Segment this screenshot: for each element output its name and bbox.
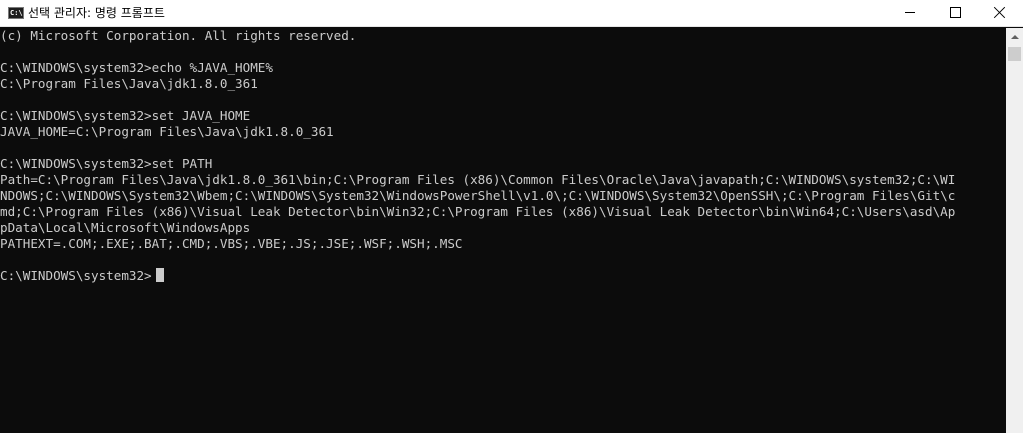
cmd-icon[interactable]: C:\ — [8, 7, 24, 19]
console-line: C:\Program Files\Java\jdk1.8.0_361 — [0, 76, 258, 91]
maximize-button[interactable] — [933, 0, 979, 26]
prompt-line[interactable]: C:\WINDOWS\system32> — [0, 268, 1006, 284]
console-line: pData\Local\Microsoft\WindowsApps — [0, 220, 251, 235]
console-line: Path=C:\Program Files\Java\jdk1.8.0_361\… — [0, 172, 956, 187]
text-cursor — [155, 268, 164, 282]
scroll-up-arrow-icon[interactable] — [1006, 28, 1023, 45]
command-prompt-window: C:\ 선택 관리자: 명령 프롬프트 (c) Microsoft Corpor… — [0, 0, 1023, 433]
scrollbar-thumb[interactable] — [1008, 47, 1021, 61]
console-line: PATHEXT=.COM;.EXE;.BAT;.CMD;.VBS;.VBE;.J… — [0, 236, 463, 251]
prompt-text: C:\WINDOWS\system32> — [0, 268, 152, 283]
title-bar[interactable]: C:\ 선택 관리자: 명령 프롬프트 — [0, 0, 1023, 27]
maximize-icon — [950, 7, 961, 18]
minimize-button[interactable] — [887, 0, 933, 26]
console-output[interactable]: (c) Microsoft Corporation. All rights re… — [0, 28, 1006, 433]
console-line: C:\WINDOWS\system32>set PATH — [0, 156, 213, 171]
console-line: C:\WINDOWS\system32>echo %JAVA_HOME% — [0, 60, 273, 75]
close-icon — [994, 6, 1006, 18]
vertical-scrollbar[interactable] — [1006, 28, 1023, 433]
console-line: NDOWS;C:\WINDOWS\System32\Wbem;C:\WINDOW… — [0, 188, 956, 203]
console-line: md;C:\Program Files (x86)\Visual Leak De… — [0, 204, 956, 219]
console-line: C:\WINDOWS\system32>set JAVA_HOME — [0, 108, 251, 123]
console-line: (c) Microsoft Corporation. All rights re… — [0, 28, 357, 43]
minimize-icon — [905, 12, 915, 13]
window-title: 선택 관리자: 명령 프롬프트 — [28, 6, 165, 20]
console-line: JAVA_HOME=C:\Program Files\Java\jdk1.8.0… — [0, 124, 334, 139]
close-button[interactable] — [977, 0, 1023, 26]
